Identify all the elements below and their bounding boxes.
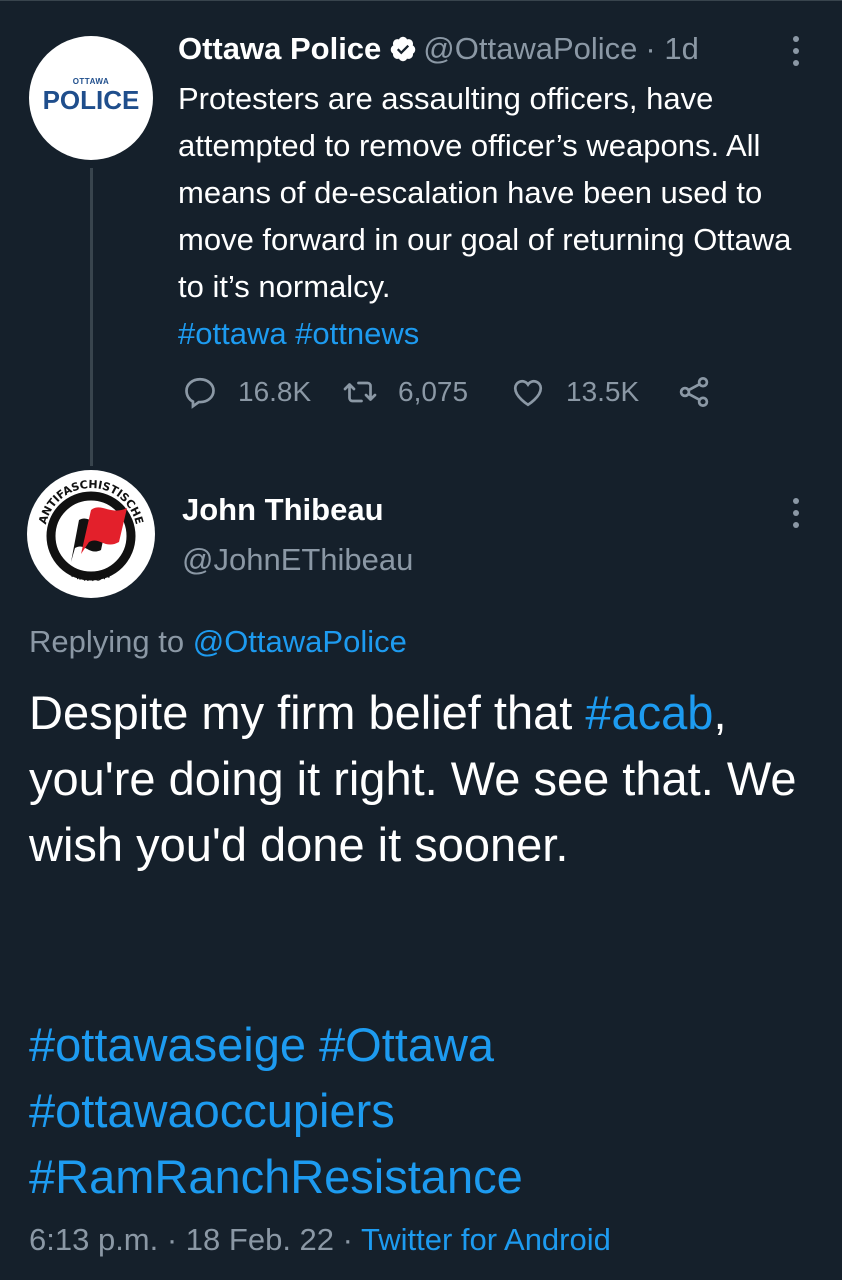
like-button[interactable]: 13.5K xyxy=(510,374,676,410)
tweet-metadata: 6:13 p.m. · 18 Feb. 22 · Twitter for And… xyxy=(29,1222,611,1258)
parent-more-dots-icon[interactable] xyxy=(792,36,800,66)
hashtag-line-1[interactable]: #ottawaseige #Ottawa xyxy=(29,1012,819,1078)
reply-author-name[interactable]: John Thibeau xyxy=(182,492,384,528)
parent-tweet-text: Protesters are assaulting officers, have… xyxy=(178,75,818,357)
reply-tweet-text: Despite my firm belief that #acab, you'r… xyxy=(29,680,819,878)
reply-more-dots-icon[interactable] xyxy=(792,498,800,528)
share-icon xyxy=(679,377,709,407)
tweet-source[interactable]: Twitter for Android xyxy=(361,1222,611,1257)
replying-to-handle[interactable]: @OttawaPolice xyxy=(193,624,407,659)
share-button[interactable] xyxy=(676,374,732,410)
thread-connector-line xyxy=(90,168,93,466)
john-thibeau-avatar[interactable]: ANTIFASCHISTISCHE AKTION xyxy=(27,470,155,598)
ottawa-police-avatar[interactable]: OTTAWA POLICE xyxy=(29,36,153,160)
reply-author-handle[interactable]: @JohnEThibeau xyxy=(182,542,413,578)
retweet-count: 6,075 xyxy=(398,376,469,407)
top-divider xyxy=(0,0,842,7)
antifa-logo-icon: ANTIFASCHISTISCHE AKTION xyxy=(28,471,154,597)
reply-icon xyxy=(185,377,215,409)
parent-tweet-hashtags[interactable]: #ottawa #ottnews xyxy=(178,316,419,351)
verified-badge-icon xyxy=(391,36,416,62)
retweet-button[interactable]: 6,075 xyxy=(342,374,510,410)
reply-button[interactable]: 16.8K xyxy=(182,374,342,410)
hashtag-line-3[interactable]: #RamRanchResistance xyxy=(29,1144,819,1210)
parent-author-handle[interactable]: @OttawaPolice xyxy=(423,31,637,67)
reply-count: 16.8K xyxy=(238,376,312,407)
replying-to-line: Replying to @OttawaPolice xyxy=(29,624,407,660)
parent-tweet-actions: 16.8K 6,075 13.5K xyxy=(182,374,732,410)
like-icon xyxy=(513,379,543,407)
replying-to-label: Replying to xyxy=(29,624,185,659)
parent-tweet-time[interactable]: · 1d xyxy=(645,31,698,67)
hashtag-line-2[interactable]: #ottawaoccupiers xyxy=(29,1078,819,1144)
parent-tweet-body: Protesters are assaulting officers, have… xyxy=(178,81,792,304)
parent-author-name[interactable]: Ottawa Police xyxy=(178,31,381,67)
like-count: 13.5K xyxy=(566,376,640,407)
reply-hashtags: #ottawaseige #Ottawa #ottawaoccupiers #R… xyxy=(29,1012,819,1210)
reply-text-part1: Despite my firm belief that xyxy=(29,686,573,739)
acab-hashtag[interactable]: #acab xyxy=(585,686,713,739)
parent-tweet-header: Ottawa Police @OttawaPolice · 1d xyxy=(178,28,699,70)
tweet-date[interactable]: · 18 Feb. 22 · xyxy=(167,1222,353,1257)
retweet-icon xyxy=(343,381,377,403)
avatar-logo-text: POLICE xyxy=(42,84,140,115)
tweet-time[interactable]: 6:13 p.m. xyxy=(29,1222,158,1257)
